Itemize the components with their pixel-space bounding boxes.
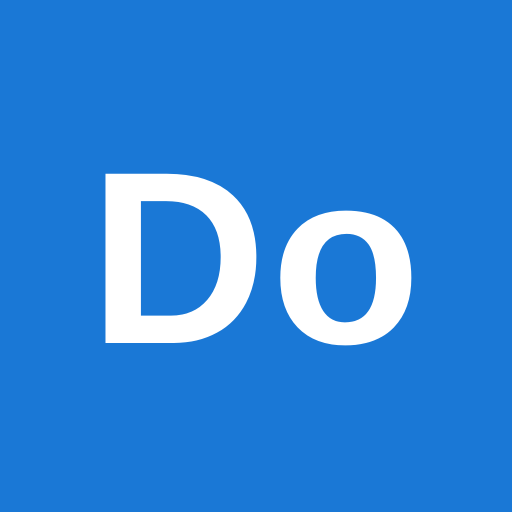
app-icon-tile: Do bbox=[0, 0, 512, 512]
app-icon-label: Do bbox=[89, 121, 425, 396]
